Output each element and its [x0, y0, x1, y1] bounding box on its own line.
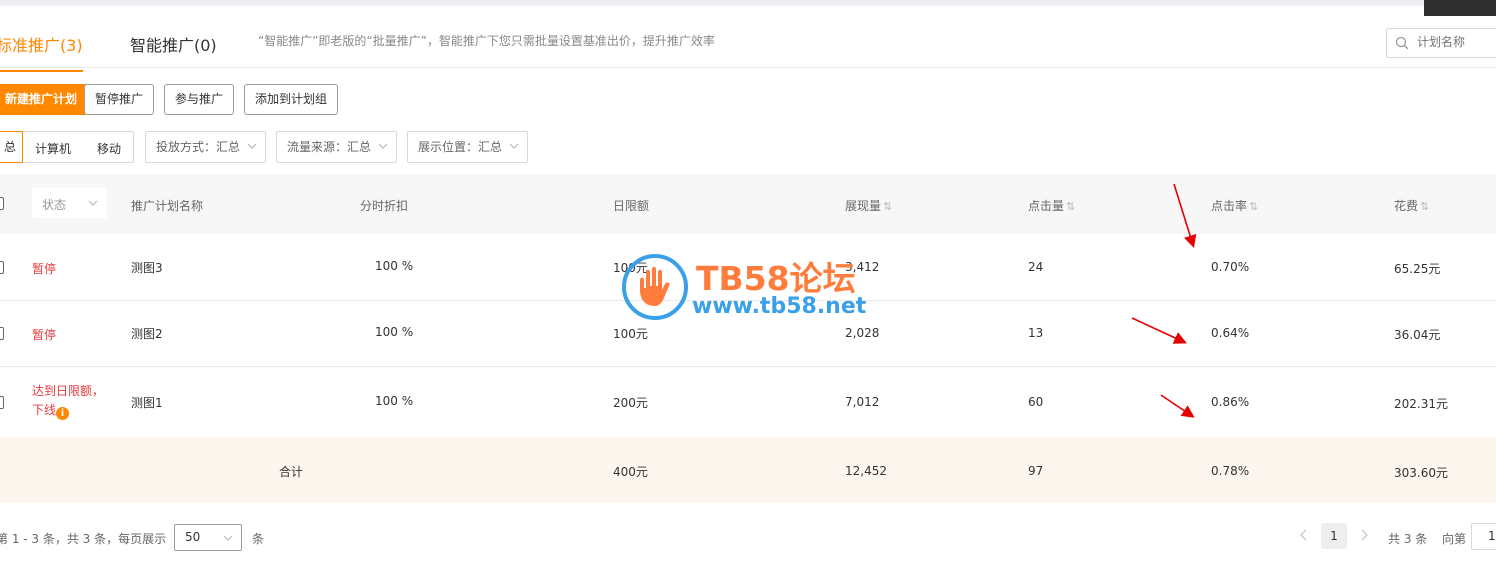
- row-cost: 65.25元: [1394, 262, 1441, 276]
- hand-logo-icon: [622, 254, 688, 320]
- page-number-current[interactable]: 1: [1321, 523, 1347, 549]
- pagination-total: 共 3 条: [1388, 532, 1428, 546]
- header-ctr-label: 点击率: [1211, 199, 1248, 213]
- forum-watermark: TB58论坛 www.tb58.net: [618, 248, 888, 328]
- row-time-discount[interactable]: 100 %: [375, 259, 413, 273]
- row-daily-limit[interactable]: 200元: [613, 394, 648, 411]
- row-ctr: 0.70%: [1211, 260, 1250, 274]
- row-impressions: 7,012: [845, 395, 880, 409]
- plan-search-input[interactable]: [1417, 35, 1495, 49]
- display-position-label: 展示位置：汇总: [418, 140, 503, 154]
- traffic-source-label: 流量来源：汇总: [287, 140, 372, 154]
- join-promotion-button[interactable]: 参与推广: [164, 84, 235, 115]
- traffic-source-dropdown[interactable]: 流量来源：汇总: [276, 131, 397, 163]
- table-total-row: 合计 400元 12,452 97 0.78% 303.60元: [0, 437, 1496, 503]
- search-icon: [1395, 36, 1409, 50]
- chevron-left-icon[interactable]: [1298, 528, 1310, 542]
- chevron-down-icon: [247, 143, 257, 149]
- row-cost: 202.31元: [1394, 397, 1448, 411]
- row-status: 暂停: [32, 262, 57, 276]
- table-header: 状态 推广计划名称 分时折扣 日限额 展现量 ⇅ 点击量 ⇅ 点击率 ⇅ 花费 ⇅: [0, 174, 1496, 234]
- header-cost-label: 花费: [1394, 199, 1419, 213]
- row-ctr: 0.64%: [1211, 326, 1250, 340]
- header-clicks-label: 点击量: [1028, 199, 1065, 213]
- add-to-group-button[interactable]: 添加到计划组: [244, 84, 339, 115]
- info-icon[interactable]: i: [56, 407, 70, 420]
- chevron-down-icon: [378, 143, 388, 149]
- chevron-right-icon[interactable]: [1358, 528, 1370, 542]
- pagination-summary: 第 1 - 3 条，共 3 条，每页展示: [0, 532, 167, 546]
- tab-standard-promotion[interactable]: 标准推广(3): [0, 32, 83, 72]
- device-pc-option[interactable]: 计算机: [35, 140, 71, 157]
- row-checkbox[interactable]: [0, 327, 4, 340]
- header-clicks[interactable]: 点击量 ⇅: [1028, 197, 1075, 214]
- display-position-dropdown[interactable]: 展示位置：汇总: [407, 131, 528, 163]
- header-daily-limit: 日限额: [613, 199, 650, 213]
- new-plan-button[interactable]: 新建推广计划: [0, 84, 91, 115]
- row-plan-name[interactable]: 测图1: [131, 394, 163, 411]
- watermark-title: TB58论坛: [696, 259, 856, 298]
- sort-icon[interactable]: ⇅: [1420, 200, 1429, 213]
- device-mobile-option[interactable]: 移动: [97, 140, 121, 157]
- pause-promotion-button[interactable]: 暂停推广: [84, 84, 155, 115]
- row-ctr: 0.86%: [1211, 395, 1250, 409]
- row-status: 达到日限额，下线 i: [32, 382, 112, 420]
- row-checkbox[interactable]: [0, 396, 4, 409]
- page-size-unit: 条: [252, 532, 265, 546]
- device-all-option[interactable]: 总: [0, 131, 23, 163]
- table-row: 达到日限额，下线 i 测图1 100 % 200元 7,012 60 0.86% …: [0, 367, 1496, 437]
- chevron-down-icon: [509, 143, 519, 149]
- page-size-value: 50: [185, 530, 201, 544]
- sort-icon[interactable]: ⇅: [1066, 200, 1075, 213]
- chevron-down-icon: [88, 200, 98, 206]
- row-clicks: 60: [1028, 395, 1044, 409]
- header-impressions[interactable]: 展现量 ⇅: [845, 197, 892, 214]
- delivery-mode-dropdown[interactable]: 投放方式：汇总: [145, 131, 266, 163]
- device-segmented-control: 总 计算机 移动: [0, 131, 134, 163]
- total-impressions: 12,452: [845, 464, 887, 478]
- header-plan-name: 推广计划名称: [131, 199, 204, 213]
- plan-search-box[interactable]: [1386, 28, 1496, 58]
- total-clicks: 97: [1028, 464, 1044, 478]
- select-all-checkbox[interactable]: [0, 197, 4, 210]
- total-ctr: 0.78%: [1211, 464, 1250, 478]
- row-cost: 36.04元: [1394, 328, 1441, 342]
- header-cost[interactable]: 花费 ⇅: [1394, 197, 1429, 214]
- total-cost: 303.60元: [1394, 466, 1448, 480]
- row-checkbox[interactable]: [0, 261, 4, 274]
- row-status: 暂停: [32, 328, 57, 342]
- sort-icon[interactable]: ⇅: [883, 200, 892, 213]
- chevron-down-icon: [223, 535, 233, 541]
- total-label: 合计: [279, 465, 304, 479]
- header-time-discount: 分时折扣: [360, 199, 409, 213]
- sort-icon[interactable]: ⇅: [1249, 200, 1258, 213]
- goto-page-input[interactable]: 1: [1471, 523, 1496, 550]
- total-daily-limit: 400元: [613, 465, 648, 479]
- header-ctr[interactable]: 点击率 ⇅: [1211, 197, 1258, 214]
- page-size-select[interactable]: 50: [174, 524, 242, 551]
- row-plan-name[interactable]: 测图3: [131, 259, 163, 276]
- tab-tip-text: “智能推广”即老版的“批量推广”，智能推广下您只需批量设置基准出价，提升推广效率: [258, 34, 715, 48]
- status-filter-label: 状态: [42, 198, 67, 212]
- status-filter-dropdown[interactable]: 状态: [32, 188, 107, 218]
- promotion-tabs: 标准推广(3) 智能推广(0) “智能推广”即老版的“批量推广”，智能推广下您只…: [0, 20, 1496, 72]
- row-clicks: 13: [1028, 326, 1044, 340]
- goto-page-label: 向第: [1442, 532, 1467, 546]
- top-bar: [0, 0, 1496, 16]
- row-impressions: 2,028: [845, 326, 880, 340]
- row-plan-name[interactable]: 测图2: [131, 325, 163, 342]
- header-impressions-label: 展现量: [845, 199, 882, 213]
- row-time-discount[interactable]: 100 %: [375, 394, 413, 408]
- watermark-url: www.tb58.net: [692, 294, 867, 319]
- tab-smart-promotion[interactable]: 智能推广(0): [130, 32, 217, 56]
- delivery-mode-label: 投放方式：汇总: [156, 140, 241, 154]
- row-time-discount[interactable]: 100 %: [375, 325, 413, 339]
- row-clicks: 24: [1028, 260, 1044, 274]
- top-dark-block: [1424, 0, 1496, 16]
